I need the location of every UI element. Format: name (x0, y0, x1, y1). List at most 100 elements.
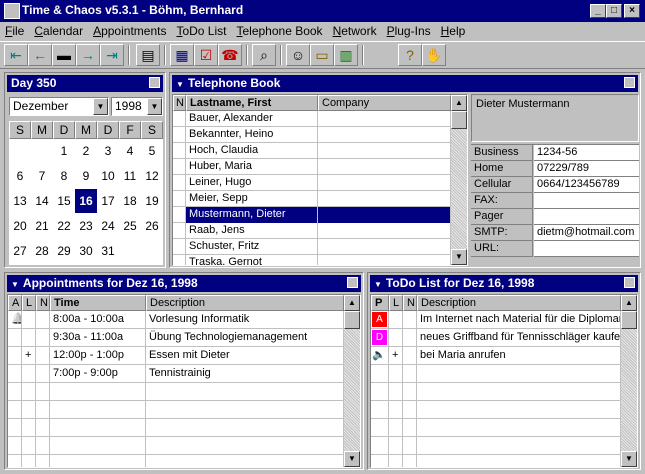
last-arrow-icon[interactable]: ⇥ (100, 44, 124, 66)
contact-row[interactable]: Hoch, Claudia (173, 143, 451, 159)
collapse-triangle-icon[interactable]: ▼ (374, 276, 382, 293)
contact-row[interactable]: Bekannter, Heino (173, 127, 451, 143)
calendar-day[interactable]: 5 (141, 139, 163, 163)
menu-network[interactable]: Network (328, 22, 382, 38)
panel-menu-icon[interactable] (624, 277, 635, 288)
calendar-day[interactable]: 10 (97, 164, 119, 188)
calendar-day[interactable]: 28 (31, 239, 53, 263)
calendar-day[interactable]: 11 (119, 164, 141, 188)
collapse-triangle-icon[interactable]: ▼ (11, 276, 19, 293)
bars-icon[interactable]: ▥ (334, 44, 358, 66)
menu-help[interactable]: Help (436, 22, 471, 38)
field-value[interactable] (534, 241, 639, 257)
calendar-day[interactable]: 21 (31, 214, 53, 238)
col-time[interactable]: Time (50, 295, 146, 311)
col-priority[interactable]: P (371, 295, 389, 311)
appointment-row[interactable]: +12:00p - 1:00p Essen mit Dieter (8, 347, 344, 365)
todo-row[interactable] (371, 437, 621, 455)
calendar-day[interactable]: 18 (119, 189, 141, 213)
calendar-day[interactable]: 15 (53, 189, 75, 213)
chevron-down-icon[interactable]: ▼ (147, 98, 162, 115)
menu-appointments[interactable]: Appointments (88, 22, 171, 38)
contact-row[interactable]: Leiner, Hugo (173, 175, 451, 191)
contact-row[interactable]: Huber, Maria (173, 159, 451, 175)
scroll-thumb[interactable] (451, 111, 467, 129)
field-value[interactable]: 07229/789 (534, 161, 639, 177)
calendar-day[interactable]: 31 (97, 239, 119, 263)
col-link[interactable]: L (389, 295, 403, 311)
appointment-row[interactable] (8, 419, 344, 437)
col-n[interactable]: N (173, 95, 186, 111)
maximize-button[interactable]: □ (606, 4, 622, 18)
scroll-up-icon[interactable]: ▲ (621, 295, 637, 311)
back-arrow-icon[interactable]: ← (28, 44, 52, 66)
calendar-day[interactable]: 29 (53, 239, 75, 263)
first-arrow-icon[interactable]: ⇤ (4, 44, 28, 66)
scroll-down-icon[interactable]: ▼ (451, 249, 467, 265)
calendar-day[interactable]: 27 (9, 239, 31, 263)
properties-icon[interactable]: ▤ (136, 44, 160, 66)
calendar-day[interactable]: 16 (75, 189, 97, 213)
calendar-day[interactable]: 25 (119, 214, 141, 238)
contact-row[interactable]: Meier, Sepp (173, 191, 451, 207)
appointment-row[interactable]: 9:30a - 11:00a Übung Technologiemanagemen… (8, 329, 344, 347)
calendar-icon[interactable]: ▦ (170, 44, 194, 66)
notes-icon[interactable]: ▭ (310, 44, 334, 66)
scroll-thumb[interactable] (344, 311, 360, 329)
field-value[interactable]: 1234-56 (534, 145, 639, 161)
calendar-day[interactable]: 13 (9, 189, 31, 213)
todo-row[interactable] (371, 455, 621, 467)
menu-plug-ins[interactable]: Plug-Ins (382, 22, 436, 38)
contact-row[interactable]: Bauer, Alexander (173, 111, 451, 127)
app-icon[interactable] (4, 3, 20, 19)
panel-menu-icon[interactable] (347, 277, 358, 288)
panel-menu-icon[interactable] (624, 77, 635, 88)
appointment-row[interactable] (8, 437, 344, 455)
todo-scrollbar[interactable]: ▲ ▼ (621, 295, 637, 467)
calendar-day[interactable]: 8 (53, 164, 75, 188)
field-value[interactable] (534, 209, 639, 225)
calendar-day[interactable]: 24 (97, 214, 119, 238)
field-value[interactable]: dietm@hotmail.com (534, 225, 639, 241)
help-question-icon[interactable]: ? (398, 44, 422, 66)
scroll-down-icon[interactable]: ▼ (621, 451, 637, 467)
contact-card-icon[interactable]: ☺ (286, 44, 310, 66)
title-bar[interactable]: Time & Chaos v5.3.1 - Böhm, Bernhard _ □… (0, 0, 645, 22)
scroll-thumb[interactable] (621, 311, 637, 329)
contact-row[interactable]: Traska, Gernot (173, 255, 451, 265)
appointment-row[interactable]: 🔔 8:00a - 10:00aVorlesung Informatik (8, 311, 344, 329)
col-note[interactable]: N (36, 295, 50, 311)
calendar-day[interactable]: 1 (53, 139, 75, 163)
menu-calendar[interactable]: Calendar (29, 22, 88, 38)
todo-row[interactable] (371, 383, 621, 401)
menu-file[interactable]: File (0, 22, 29, 38)
contact-row[interactable]: Mustermann, Dieter (173, 207, 451, 223)
appointment-row[interactable] (8, 401, 344, 419)
binoculars-icon[interactable]: ⌕ (252, 44, 276, 66)
scroll-down-icon[interactable]: ▼ (344, 451, 360, 467)
contact-row[interactable]: Schuster, Fritz (173, 239, 451, 255)
calendar-day[interactable]: 12 (141, 164, 163, 188)
chevron-down-icon[interactable]: ▼ (93, 98, 108, 115)
calendar-day[interactable]: 20 (9, 214, 31, 238)
calendar-day[interactable]: 30 (75, 239, 97, 263)
todo-row[interactable]: Dneues Griffband für Tennisschläger kauf… (371, 329, 621, 347)
col-note[interactable]: N (403, 295, 417, 311)
minimize-button[interactable]: _ (590, 4, 606, 18)
month-select[interactable]: Dezember ▼ (9, 97, 109, 116)
calendar-day[interactable]: 3 (97, 139, 119, 163)
calendar-day[interactable]: 9 (75, 164, 97, 188)
col-description[interactable]: Description (146, 295, 344, 311)
menu-telephone-book[interactable]: Telephone Book (231, 22, 327, 38)
todo-row[interactable] (371, 401, 621, 419)
forward-arrow-icon[interactable]: → (76, 44, 100, 66)
year-select[interactable]: 1998 ▼ (111, 97, 163, 116)
todo-row[interactable]: A Im Internet nach Material für die Diplo… (371, 311, 621, 329)
telephone-icon[interactable]: ☎ (218, 44, 242, 66)
col-alarm[interactable]: A (8, 295, 22, 311)
calendar-day[interactable]: 22 (53, 214, 75, 238)
calendar-day[interactable]: 2 (75, 139, 97, 163)
col-lastname[interactable]: Lastname, First (186, 95, 318, 111)
contact-list-scrollbar[interactable]: ▲ ▼ (451, 95, 467, 265)
scroll-up-icon[interactable]: ▲ (344, 295, 360, 311)
